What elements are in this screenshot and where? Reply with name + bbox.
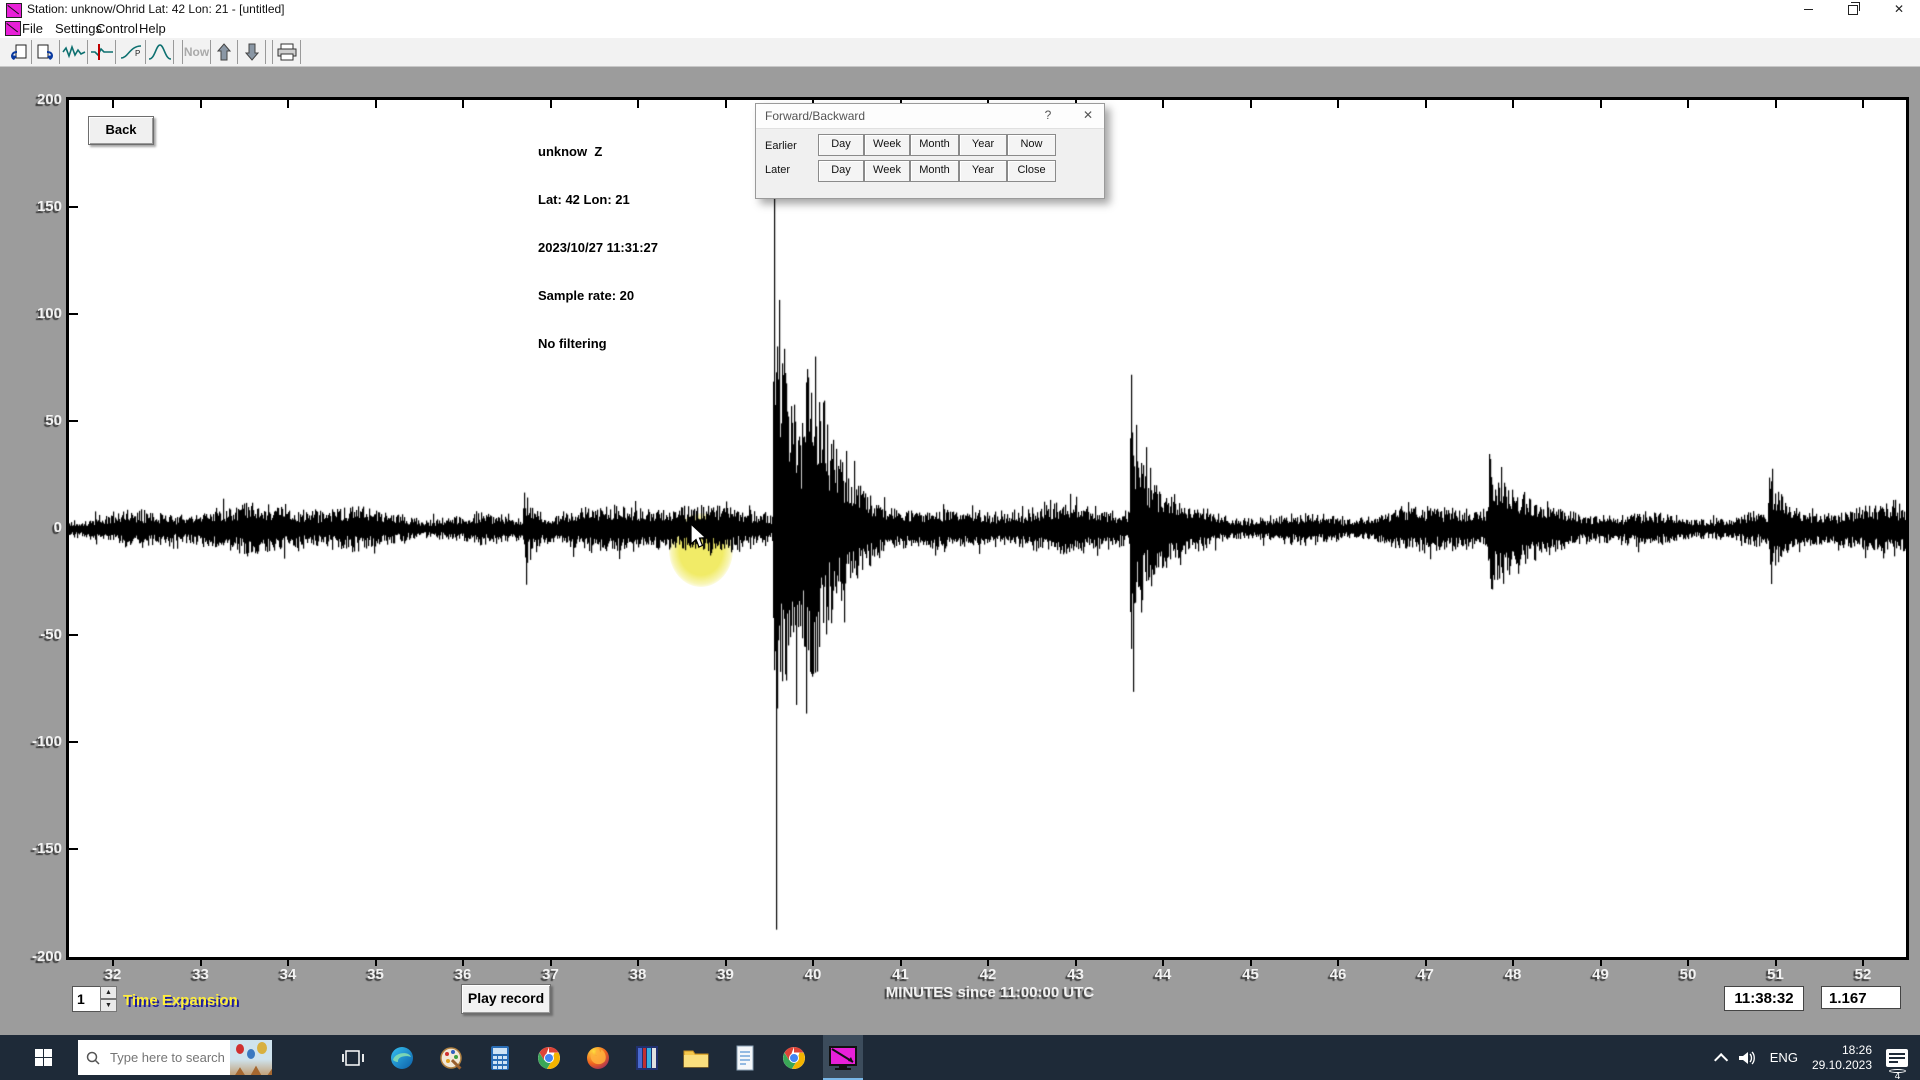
x-tick-label: 50 <box>1680 966 1697 983</box>
x-tick-label: 35 <box>367 966 384 983</box>
x-tick-label: 44 <box>1155 966 1172 983</box>
tray-clock[interactable]: 18:26 29.10.2023 <box>1812 1043 1872 1073</box>
volume-icon[interactable] <box>1738 1050 1756 1066</box>
taskbar: ENG 18:26 29.10.2023 4 <box>0 1035 1920 1080</box>
dialog-close-icon[interactable]: ✕ <box>1078 108 1098 124</box>
later-year-button[interactable]: Year <box>959 160 1007 182</box>
x-tick-label: 49 <box>1592 966 1609 983</box>
seisgram-app-icon[interactable] <box>823 1035 863 1080</box>
x-tick-label: 48 <box>1505 966 1522 983</box>
earlier-month-button[interactable]: Month <box>910 134 959 156</box>
calculator-icon[interactable] <box>480 1035 520 1080</box>
search-icon <box>86 1051 100 1065</box>
earlier-week-button[interactable]: Week <box>864 134 910 156</box>
x-tick-label: 42 <box>980 966 997 983</box>
cursor-value-display: 1.167 <box>1821 986 1901 1009</box>
x-tick-label: 41 <box>892 966 909 983</box>
file-explorer-icon[interactable] <box>676 1035 716 1080</box>
windows-logo-icon <box>35 1049 52 1066</box>
paint-icon[interactable] <box>431 1035 471 1080</box>
taskbar-search[interactable] <box>78 1040 272 1075</box>
earlier-year-button[interactable]: Year <box>959 134 1007 156</box>
time-expansion-input[interactable] <box>72 986 102 1012</box>
task-view-icon[interactable] <box>333 1035 373 1080</box>
x-tick-label: 46 <box>1330 966 1347 983</box>
stepper-up-icon[interactable]: ▲ <box>100 986 117 999</box>
system-tray: ENG 18:26 29.10.2023 4 <box>1714 1035 1920 1080</box>
x-tick-label: 37 <box>542 966 559 983</box>
firefox-icon[interactable] <box>578 1035 618 1080</box>
x-tick-label: 38 <box>630 966 647 983</box>
notification-badge: 4 <box>1889 1069 1906 1073</box>
x-tick-label: 36 <box>455 966 472 983</box>
tray-time: 18:26 <box>1812 1043 1872 1058</box>
tray-expand-icon[interactable] <box>1714 1053 1728 1067</box>
time-expansion-label: Time Expansion <box>123 992 238 1009</box>
app-window: Station: unknow/Ohrid Lat: 42 Lon: 21 - … <box>0 0 1920 1080</box>
x-tick-label: 43 <box>1067 966 1084 983</box>
notification-center-icon[interactable]: 4 <box>1886 1049 1908 1067</box>
time-expansion-stepper: ▲ ▼ <box>100 986 117 1012</box>
earlier-now-button[interactable]: Now <box>1007 134 1056 156</box>
edge-icon[interactable] <box>382 1035 422 1080</box>
later-week-button[interactable]: Week <box>864 160 910 182</box>
earlier-label: Earlier <box>765 140 797 152</box>
x-tick-label: 33 <box>192 966 209 983</box>
play-record-button[interactable]: Play record <box>461 984 551 1014</box>
later-day-button[interactable]: Day <box>818 160 864 182</box>
x-axis-title: MINUTES since 11:00:00 UTC <box>700 984 1280 1001</box>
later-month-button[interactable]: Month <box>910 160 959 182</box>
tray-date: 29.10.2023 <box>1812 1058 1872 1073</box>
search-daily-image <box>230 1040 272 1075</box>
x-tick-label: 34 <box>280 966 297 983</box>
x-tick-label: 52 <box>1855 966 1872 983</box>
language-indicator[interactable]: ENG <box>1770 1050 1798 1065</box>
seismic-swarm-icon[interactable] <box>627 1035 667 1080</box>
chrome-icon[interactable] <box>529 1035 569 1080</box>
x-tick-label: 51 <box>1767 966 1784 983</box>
forward-backward-dialog: Forward/Backward ? ✕ Earlier Day Week Mo… <box>755 103 1105 199</box>
x-tick-label: 45 <box>1242 966 1259 983</box>
notepad-icon[interactable] <box>725 1035 765 1080</box>
stepper-down-icon[interactable]: ▼ <box>100 999 117 1012</box>
dialog-help-button[interactable]: ? <box>1038 108 1058 124</box>
chrome-icon[interactable] <box>774 1035 814 1080</box>
cursor-time-display: 11:38:32 <box>1724 986 1804 1011</box>
start-button[interactable] <box>18 1035 68 1080</box>
earlier-day-button[interactable]: Day <box>818 134 864 156</box>
x-tick-label: 40 <box>805 966 822 983</box>
dialog-title: Forward/Backward <box>765 109 865 123</box>
x-tick-label: 32 <box>105 966 122 983</box>
taskbar-apps <box>333 1035 863 1080</box>
search-input[interactable] <box>108 1049 230 1066</box>
dialog-title-bar[interactable]: Forward/Backward ? ✕ <box>756 104 1104 129</box>
x-tick-label: 47 <box>1417 966 1434 983</box>
later-label: Later <box>765 164 790 176</box>
x-tick-label: 39 <box>717 966 734 983</box>
close-dialog-button[interactable]: Close <box>1007 160 1056 182</box>
